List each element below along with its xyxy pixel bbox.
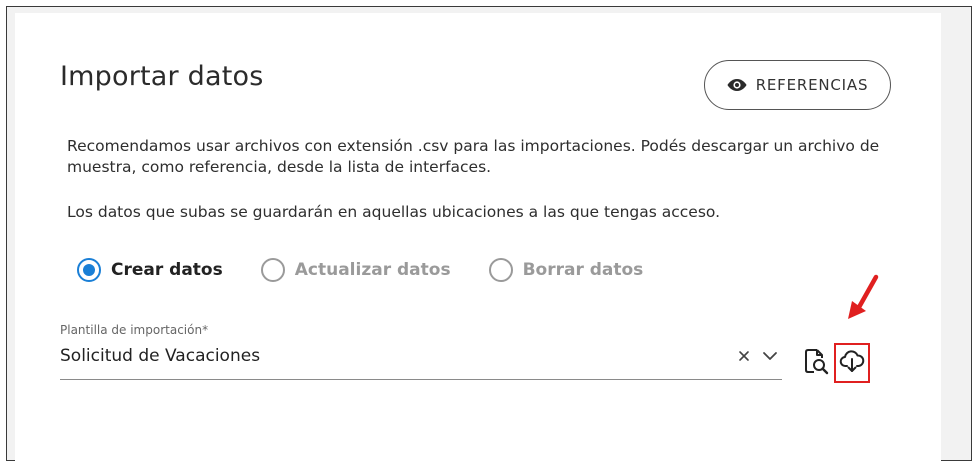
cloud-download-icon [839, 348, 865, 378]
red-arrow-annotation-icon [842, 273, 882, 323]
radio-checked-icon [77, 258, 101, 282]
radio-update-data[interactable]: Actualizar datos [260, 258, 451, 282]
template-field-label: Plantilla de importación* [60, 323, 209, 337]
eye-icon [727, 78, 747, 92]
radio-unchecked-icon [488, 258, 513, 282]
radio-delete-data[interactable]: Borrar datos [488, 258, 644, 282]
radio-unchecked-icon [260, 258, 285, 282]
radio-create-data[interactable]: Crear datos [77, 258, 223, 282]
references-label: REFERENCIAS [755, 76, 869, 94]
document-search-icon[interactable] [802, 347, 830, 375]
page-title: Importar datos [60, 61, 264, 92]
clear-icon[interactable] [737, 348, 751, 362]
action-radio-group: Crear datos Actualizar datos Borrar dato… [77, 258, 681, 282]
description-text: Recomendamos usar archivos con extensión… [67, 137, 880, 176]
template-field-value: Solicitud de Vacaciones [60, 346, 261, 366]
radio-label: Borrar datos [522, 260, 644, 280]
radio-label: Actualizar datos [294, 260, 451, 280]
window-frame: Importar datos REFERENCIAS Recomendamos … [6, 6, 972, 467]
access-note-text: Los datos que subas se guardarán en aque… [67, 203, 721, 221]
radio-label: Crear datos [111, 260, 223, 280]
import-card: Importar datos REFERENCIAS Recomendamos … [15, 13, 941, 467]
import-template-select[interactable]: Plantilla de importación* Solicitud de V… [60, 323, 782, 380]
references-button[interactable]: REFERENCIAS [704, 60, 891, 110]
chevron-down-icon[interactable] [762, 348, 778, 362]
download-template-button[interactable] [834, 343, 870, 383]
